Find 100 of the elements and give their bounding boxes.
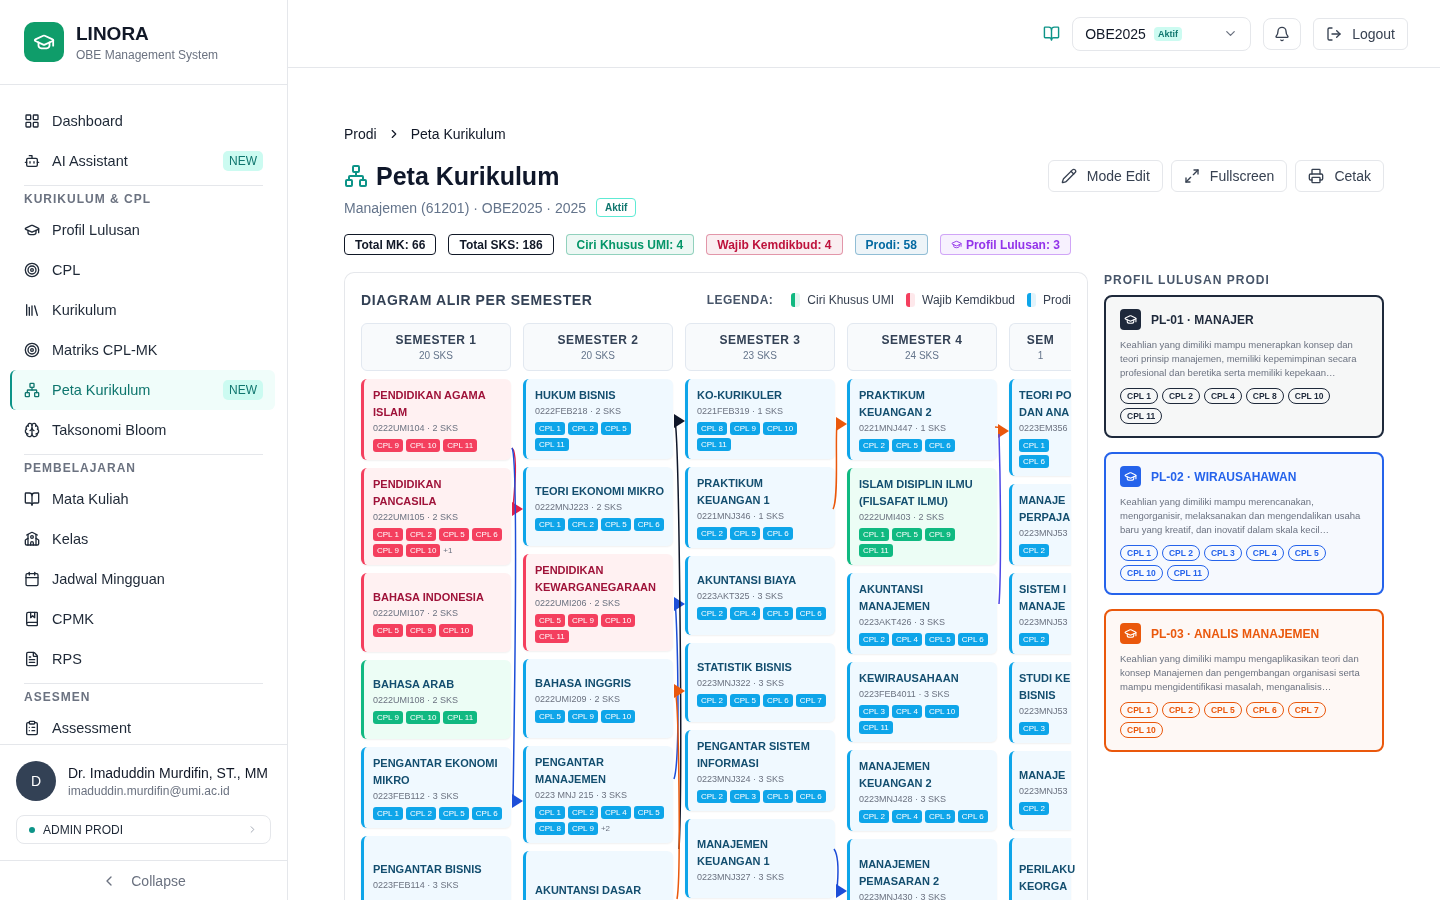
course-card[interactable]: BAHASA INGGRIS 0222UMI209 · 2 SKS CPL 5 CPL 9 CPL 10 — [523, 659, 673, 738]
course-card[interactable]: PRAKTIKUM KEUANGAN 1 0221MNJ346 · 1 SKS CPL 2 CPL 5 CPL 6 — [685, 467, 835, 548]
course-code: 0223MNJ53 — [1019, 785, 1069, 796]
course-card[interactable]: PENGANTAR EKONOMI MIKRO 0223FEB112 · 3 SKS CPL 1 CPL 2 CPL 5 CPL 6 — [361, 747, 511, 828]
nav-item[interactable]: RPS — [10, 639, 275, 679]
cpl-tag: CPL 9 — [567, 709, 598, 723]
course-card[interactable]: MANAJEMEN KEUANGAN 1 0223MNJ327 · 3 SKS — [685, 819, 835, 898]
calendar-icon — [24, 571, 40, 587]
cpl-tag: CPL 3 — [859, 705, 889, 718]
course-card[interactable]: MANAJE 0223MNJ53 CPL 2 — [1009, 751, 1071, 830]
nav-item[interactable]: CPMK — [10, 599, 275, 639]
cpl-tag: CPL 5 — [438, 528, 469, 541]
course-card[interactable]: MANAJEMEN KEUANGAN 2 0223MNJ428 · 3 SKS CPL 2 CPL 4 CPL 5 CPL 6 — [847, 750, 997, 831]
course-card[interactable]: MANAJEMEN PEMASARAN 2 0223MNJ430 · 3 SKS — [847, 839, 997, 900]
cpl-tag: CPL 11 — [697, 438, 731, 451]
course-code: 0222UMI105 · 2 SKS — [373, 512, 460, 522]
nav-item[interactable]: Assessment — [10, 708, 275, 744]
action-button[interactable]: Cetak — [1295, 160, 1384, 192]
nav-item[interactable]: Kelas — [10, 519, 275, 559]
nav-item[interactable]: AI Assistant NEW — [10, 141, 275, 181]
course-code: 0223MNJ428 · 3 SKS — [859, 794, 948, 804]
legend-label: Prodi — [1043, 293, 1071, 307]
cpl-tag: CPL 2 — [567, 517, 598, 531]
course-card[interactable]: PENDIDIKAN PANCASILA 0222UMI105 · 2 SKS CPL 1 CPL 2 CPL 5 CPL 6 CPL 9 CPL 10 +1 — [361, 468, 511, 565]
nav-item[interactable]: Jadwal Mingguan — [10, 559, 275, 599]
course-card[interactable]: TEORI PO DAN ANA 0223EM356 CPL 1 CPL 6 — [1009, 379, 1071, 476]
cpl-tag: CPL 8 — [697, 422, 727, 435]
role-selector[interactable]: ADMIN PRODI — [16, 815, 271, 844]
nav-item[interactable]: Matriks CPL-MK — [10, 330, 275, 370]
expand-icon — [1183, 168, 1200, 184]
course-card[interactable]: HUKUM BISNIS 0222FEB218 · 2 SKS CPL 1 CPL 2 CPL 5 CPL 11 — [523, 379, 673, 459]
curriculum-select[interactable]: OBE2025 Aktif — [1072, 16, 1252, 51]
cpl-tag: CPL 6 — [795, 790, 826, 803]
action-button[interactable]: Fullscreen — [1170, 160, 1288, 192]
user-email: imaduddin.murdifin@umi.ac.id — [68, 783, 231, 798]
course-card[interactable]: AKUNTANSI MANAJEMEN 0223AKT426 · 3 SKS CPL 2 CPL 4 CPL 5 CPL 6 — [847, 573, 997, 654]
course-card[interactable]: KEWIRAUSAHAAN 0223FEB4011 · 3 SKS CPL 3 CPL 4 CPL 10 CPL 11 — [847, 662, 997, 742]
breadcrumb-link[interactable]: Prodi — [344, 126, 377, 142]
cpl-tag: CPL 1 — [535, 806, 565, 819]
nav-item[interactable]: Mata Kuliah — [10, 479, 275, 519]
new-badge: NEW — [223, 151, 263, 171]
cpl-tag: CPL 6 — [762, 693, 793, 707]
course-code: 0222MNJ223 · 2 SKS — [535, 501, 624, 512]
status-dot — [29, 826, 35, 833]
nav-item[interactable]: Taksonomi Bloom — [10, 410, 275, 450]
panel-title: DIAGRAM ALIR PER SEMESTER — [361, 292, 594, 308]
bell-icon — [1274, 25, 1291, 42]
course-card[interactable]: PENGANTAR SISTEM INFORMASI 0223MNJ324 · 3 SKS CPL 2 CPL 3 CPL 5 CPL 6 — [685, 730, 835, 811]
course-card[interactable]: STUDI KE BISNIS 0223MNJ53 CPL 3 — [1009, 662, 1071, 743]
course-code: 0223EM356 — [1019, 423, 1069, 433]
course-card[interactable]: AKUNTANSI DASAR — [523, 851, 673, 900]
clipboard-icon — [24, 720, 40, 736]
course-name: BAHASA INDONESIA — [373, 589, 485, 605]
course-code: 0221FEB319 · 1 SKS — [697, 406, 785, 416]
notification-button[interactable] — [1263, 17, 1302, 50]
cpl-tag: CPL 2 — [405, 528, 436, 541]
logout-button[interactable]: Logout — [1313, 17, 1408, 50]
course-card[interactable]: ISLAM DISIPLIN ILMU (FILSAFAT ILMU) 0222UMI403 · 2 SKS CPL 1 CPL 5 CPL 9 CPL 11 — [847, 468, 997, 565]
action-button[interactable]: Mode Edit — [1047, 160, 1163, 192]
course-card[interactable]: BAHASA ARAB 0222UMI108 · 2 SKS CPL 9 CPL 10 CPL 11 — [361, 660, 511, 739]
cpl-tag: CPL 6 — [795, 606, 826, 620]
profile-card[interactable] — [1104, 295, 1384, 438]
course-name: SISTEM I MANAJE — [1019, 582, 1068, 614]
cpl-tag: CPL 6 — [924, 439, 955, 452]
cpl-tag: CPL 5 — [535, 709, 565, 723]
course-card[interactable]: BAHASA INDONESIA 0222UMI107 · 2 SKS CPL 5 CPL 9 CPL 10 — [361, 573, 511, 652]
nav-item[interactable]: Dashboard — [10, 101, 275, 141]
cpl-tag: CPL 2 — [697, 790, 727, 803]
nav-item[interactable]: Profil Lulusan — [10, 210, 275, 250]
profile-title: PL-03 · ANALIS MANAJEMEN — [1151, 626, 1320, 641]
building-icon — [24, 531, 40, 547]
course-card[interactable]: PENDIDIKAN AGAMA ISLAM 0222UMI104 · 2 SKS CPL 9 CPL 10 CPL 11 — [361, 379, 511, 460]
course-name: KEWIRAUSAHAAN — [859, 671, 960, 686]
course-card[interactable]: PENGANTAR BISNIS 0223FEB114 · 3 SKS — [361, 836, 511, 900]
active-badge: Aktif — [1153, 26, 1182, 41]
nav-item[interactable]: Peta Kurikulum NEW — [10, 370, 275, 410]
course-card[interactable]: TEORI EKONOMI MIKRO 0222MNJ223 · 2 SKS CPL 1 CPL 2 CPL 5 CPL 6 — [523, 467, 673, 546]
course-code: 0222UMI108 · 2 SKS — [373, 694, 460, 705]
semester-sks: 23 SKS — [743, 350, 777, 361]
hierarchy-icon — [24, 382, 40, 398]
course-card[interactable]: STATISTIK BISNIS 0223MNJ322 · 3 SKS CPL 2 CPL 5 CPL 6 CPL 7 — [685, 643, 835, 722]
legend-label: Wajib Kemdikbud — [922, 293, 1015, 307]
course-card[interactable]: PRAKTIKUM KEUANGAN 2 0221MNJ447 · 1 SKS CPL 2 CPL 5 CPL 6 — [847, 379, 997, 460]
cpl-tag: CPL 11 — [535, 438, 569, 451]
course-card[interactable]: MANAJE PERPAJA 0223MNJ53 CPL 2 — [1009, 484, 1071, 565]
course-card[interactable]: PENDIDIKAN KEWARGANEGARAAN 0222UMI206 · 2 SKS CPL 5 CPL 9 CPL 10 CPL 11 — [523, 554, 673, 651]
legend-label: Ciri Khusus UMI — [807, 293, 895, 307]
nav-item[interactable]: CPL — [10, 250, 275, 290]
app-name: LINORA — [76, 22, 150, 45]
nav-item[interactable]: Kurikulum — [10, 290, 275, 330]
cpl-tag: CPL 10 — [600, 709, 636, 723]
course-card[interactable]: SISTEM I MANAJE 0223MNJ53 CPL 2 — [1009, 573, 1071, 654]
course-card[interactable]: PENGANTAR MANAJEMEN 0223 MNJ 215 · 3 SKS CPL 1 CPL 2 CPL 4 CPL 5 CPL 8 CPL 9 +2 — [523, 746, 673, 843]
cpl-tag: CPL 11 — [859, 721, 893, 734]
cpl-tag: CPL 1 — [1019, 439, 1049, 452]
course-card[interactable]: KO-KURIKULER 0221FEB319 · 1 SKS CPL 8 CPL 9 CPL 10 CPL 11 — [685, 379, 835, 459]
books-icon — [24, 302, 40, 318]
stat-chip: Wajib Kemdikbud: 4 — [706, 234, 843, 255]
course-card[interactable]: AKUNTANSI BIAYA 0223AKT325 · 3 SKS CPL 2 CPL 4 CPL 5 CPL 6 — [685, 556, 835, 635]
stat-chip: Ciri Khusus UMI: 4 — [565, 234, 695, 255]
